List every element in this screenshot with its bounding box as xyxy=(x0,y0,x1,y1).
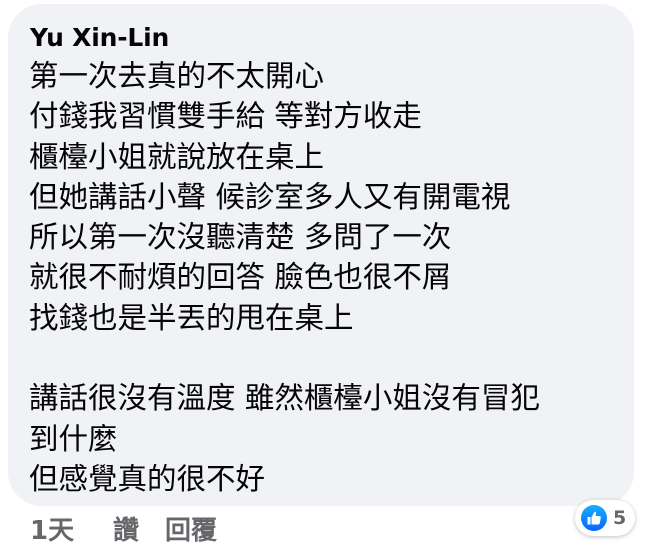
comment-line: 所以第一次沒聽清楚 多問了一次 xyxy=(29,220,452,255)
comment-blank-line xyxy=(29,338,540,378)
comment-line: 櫃檯小姐就說放在桌上 xyxy=(29,139,325,174)
comment-line: 找錢也是半丟的甩在桌上 xyxy=(29,300,354,335)
comment-timestamp[interactable]: 1天 xyxy=(30,510,93,547)
comment-author[interactable]: Yu Xin-Lin xyxy=(30,20,169,56)
comment-line: 但她講話小聲 候診室多人又有開電視 xyxy=(29,179,511,214)
comment-line: 講話很沒有溫度 雖然櫃檯小姐沒有冒犯 xyxy=(29,381,540,416)
reaction-summary[interactable]: 5 xyxy=(575,500,635,536)
reaction-count: 5 xyxy=(613,507,627,529)
comment-line: 但感覺真的很不好 xyxy=(29,461,266,496)
thumbs-up-icon xyxy=(581,505,607,531)
comment-line: 第一次去真的不太開心 xyxy=(29,59,325,93)
comment-actions: 1天 讚 回覆 xyxy=(30,508,217,548)
comment-line: 就很不耐煩的回答 臉色也很不屑 xyxy=(29,260,452,295)
comment-line: 到什麼 xyxy=(29,421,118,456)
like-button[interactable]: 讚 xyxy=(113,510,139,547)
reply-button[interactable]: 回覆 xyxy=(165,510,217,547)
comment-line: 付錢我習慣雙手給 等對方收走 xyxy=(29,99,422,134)
comment-text: 第一次去真的不太開心 付錢我習慣雙手給 等對方收走 櫃檯小姐就說放在桌上 但她講… xyxy=(29,56,540,499)
